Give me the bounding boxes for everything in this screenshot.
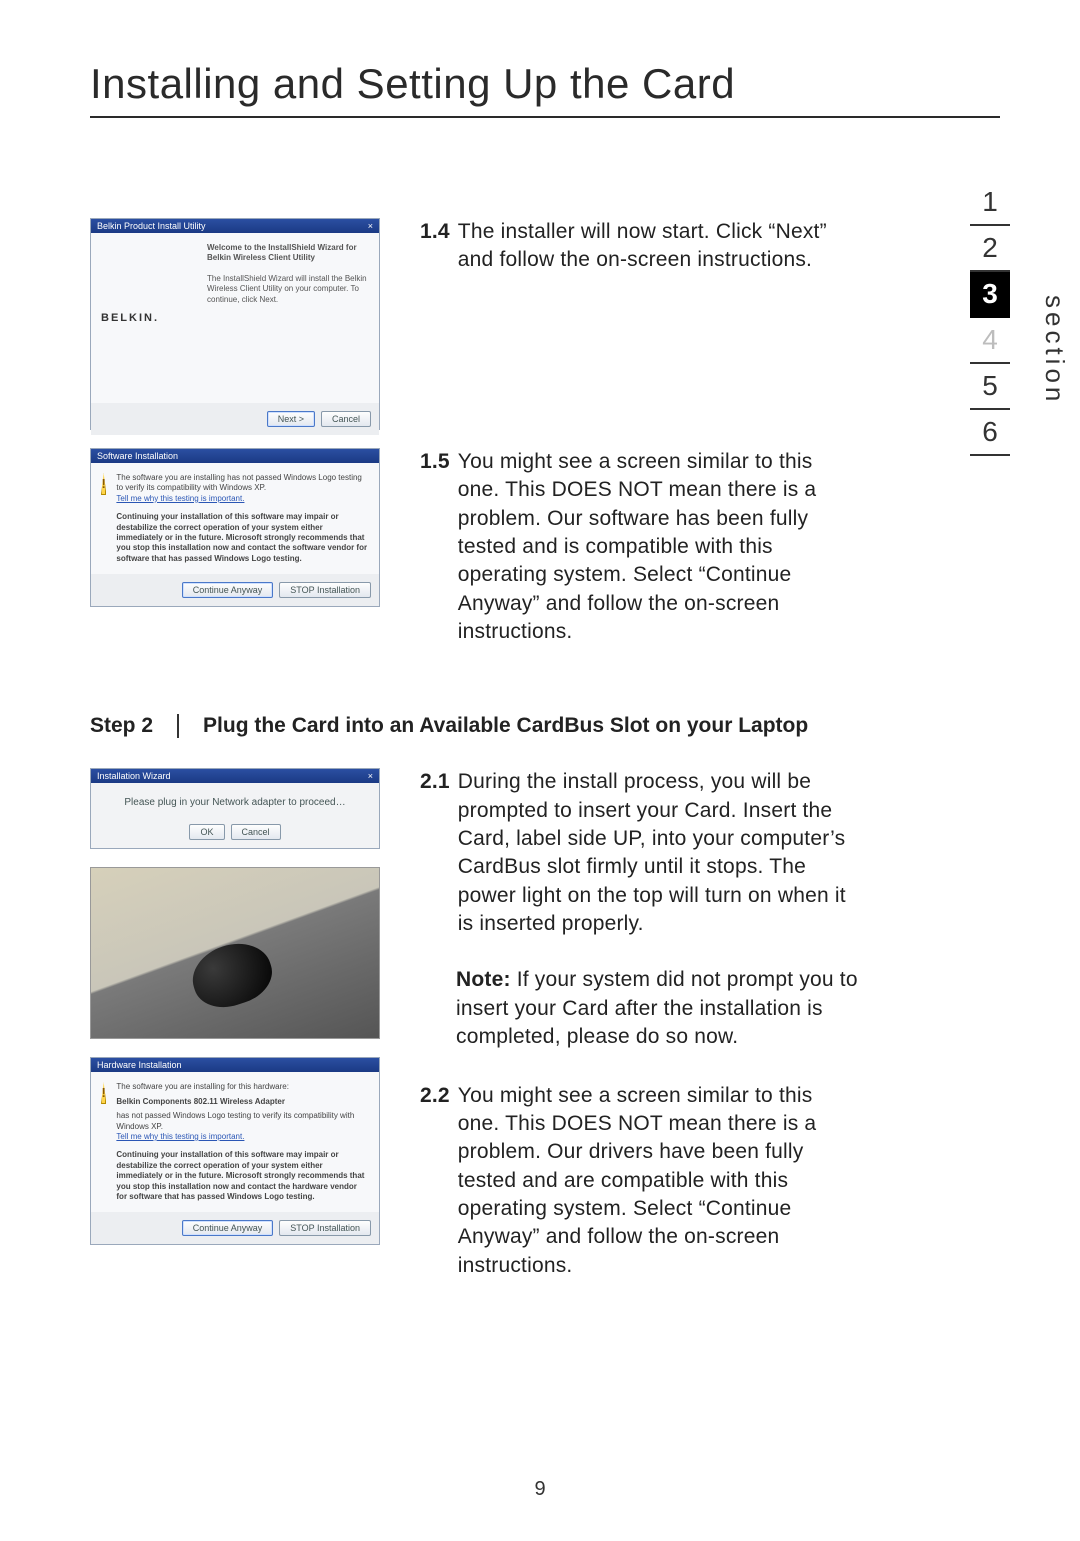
hwinstall-line1: The software you are installing for this…	[116, 1082, 369, 1092]
step-text: You might see a screen similar to this o…	[458, 1082, 860, 1280]
close-icon: ×	[368, 771, 373, 781]
step-2-title: Plug the Card into an Available CardBus …	[203, 714, 808, 738]
wizard-message: Please plug in your Network adapter to p…	[91, 783, 379, 816]
title-rule	[90, 116, 1000, 118]
step-text: You might see a screen similar to this o…	[458, 448, 860, 646]
close-icon: ×	[368, 221, 373, 231]
stop-installation-button: STOP Installation	[279, 1220, 371, 1236]
installer-heading: Welcome to the InstallShield Wizard for …	[207, 243, 369, 264]
screenshot-installer: Belkin Product Install Utility × BELKIN.…	[90, 218, 380, 430]
swinstall-link: Tell me why this testing is important.	[116, 494, 369, 504]
warning-icon	[101, 1082, 106, 1104]
swinstall-line1: The software you are installing has not …	[116, 473, 369, 494]
page-title: Installing and Setting Up the Card	[90, 60, 1000, 108]
continue-anyway-button: Continue Anyway	[182, 1220, 274, 1236]
hwinstall-line2: has not passed Windows Logo testing to v…	[116, 1111, 369, 1132]
stop-installation-button: STOP Installation	[279, 582, 371, 598]
instruction-2-2: 2.2 You might see a screen similar to th…	[420, 1082, 860, 1280]
step-text: The installer will now start. Click “Nex…	[458, 218, 860, 275]
step-number: 1.5	[420, 448, 450, 646]
step-number: 1.4	[420, 218, 450, 275]
installer-titlebar: Belkin Product Install Utility	[97, 221, 206, 231]
section-nav: 1 2 3 4 5 6 section	[970, 180, 1010, 456]
note-label: Note:	[456, 968, 511, 991]
swinstall-titlebar: Software Installation	[97, 451, 178, 461]
hwinstall-link: Tell me why this testing is important.	[116, 1132, 244, 1141]
page-number: 9	[0, 1478, 1080, 1501]
screenshot-installation-wizard: Installation Wizard × Please plug in you…	[90, 768, 380, 849]
photo-insert-card	[90, 867, 380, 1039]
nav-6[interactable]: 6	[970, 410, 1010, 456]
step-2-label: Step 2	[90, 714, 179, 738]
wizard-titlebar: Installation Wizard	[97, 771, 171, 781]
nav-4[interactable]: 4	[970, 318, 1010, 364]
nav-2[interactable]: 2	[970, 226, 1010, 272]
hwinstall-device: Belkin Components 802.11 Wireless Adapte…	[116, 1097, 369, 1107]
hwinstall-line3: Continuing your installation of this sof…	[116, 1150, 369, 1202]
screenshot-software-installation: Software Installation The software you a…	[90, 448, 380, 607]
ok-button: OK	[189, 824, 224, 840]
instruction-1-4: 1.4 The installer will now start. Click …	[420, 218, 860, 275]
note-block: Note: If your system did not prompt you …	[456, 966, 860, 1051]
swinstall-line2: Continuing your installation of this sof…	[116, 512, 369, 564]
step-number: 2.1	[420, 768, 450, 938]
section-vertical-label: section	[1039, 295, 1070, 405]
step-number: 2.2	[420, 1082, 450, 1280]
screenshot-hardware-installation: Hardware Installation The software you a…	[90, 1057, 380, 1245]
next-button: Next >	[267, 411, 315, 427]
nav-3[interactable]: 3	[970, 272, 1010, 318]
step-2-header: Step 2 Plug the Card into an Available C…	[90, 714, 1000, 738]
continue-anyway-button: Continue Anyway	[182, 582, 274, 598]
instruction-1-5: 1.5 You might see a screen similar to th…	[420, 448, 860, 646]
note-text: If your system did not prompt you to ins…	[456, 968, 858, 1048]
manual-page: Installing and Setting Up the Card 1 2 3…	[0, 0, 1080, 1541]
instruction-2-1: 2.1 During the install process, you will…	[420, 768, 860, 938]
belkin-logo: BELKIN.	[101, 312, 159, 324]
hwinstall-titlebar: Hardware Installation	[97, 1060, 182, 1070]
cancel-button: Cancel	[321, 411, 371, 427]
nav-1[interactable]: 1	[970, 180, 1010, 226]
nav-5[interactable]: 5	[970, 364, 1010, 410]
installer-text: The InstallShield Wizard will install th…	[207, 274, 369, 305]
step-text: During the install process, you will be …	[458, 768, 860, 938]
warning-icon	[101, 473, 106, 495]
cancel-button: Cancel	[231, 824, 281, 840]
